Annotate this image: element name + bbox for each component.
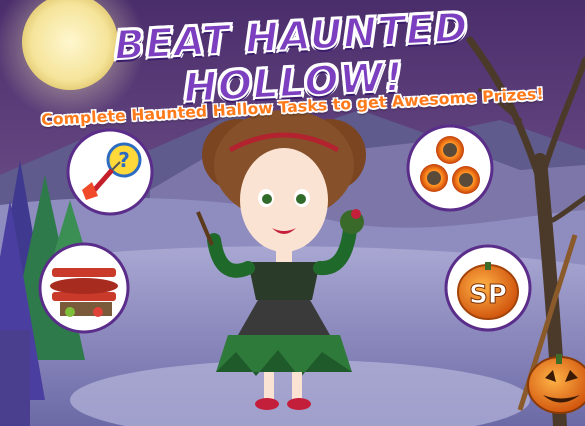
- promo-banner: ? SP BEAT HAUNTED HOLLOW! Complete Haunt…: [0, 0, 585, 426]
- sp-pumpkin-icon: SP: [444, 244, 532, 332]
- witch-avatar: [196, 110, 366, 410]
- biplane-icon: [38, 242, 130, 334]
- dart-mystery-icon: ?: [66, 128, 154, 216]
- flaming-fireballs-icon: [406, 124, 494, 212]
- sp-label: SP: [469, 280, 507, 310]
- svg-text:?: ?: [118, 148, 130, 172]
